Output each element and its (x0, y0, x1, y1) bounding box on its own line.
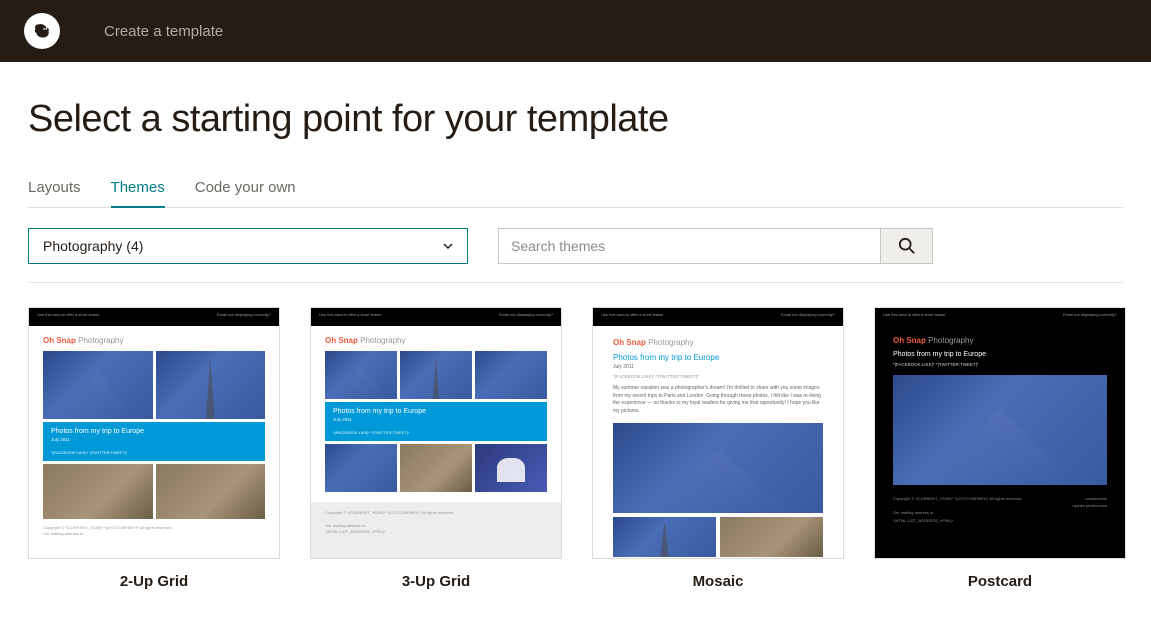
template-card-2up[interactable]: Use this area to offer a short teaserEma… (28, 307, 280, 590)
header-bar: Create a template (0, 0, 1151, 62)
mailchimp-icon (29, 18, 55, 44)
category-dropdown[interactable]: Photography (4) (28, 228, 468, 264)
template-card-3up[interactable]: Use this area to offer a short teaserEma… (310, 307, 562, 590)
main-content: Select a starting point for your templat… (0, 62, 1151, 626)
filter-row: Photography (4) (28, 228, 1123, 283)
tabs: Layouts Themes Code your own (28, 179, 1123, 208)
template-name: 3-Up Grid (402, 573, 470, 590)
template-name: Postcard (968, 573, 1032, 590)
page-title: Select a starting point for your templat… (28, 98, 1123, 141)
tab-layouts[interactable]: Layouts (28, 179, 81, 208)
template-card-postcard[interactable]: Use this area to offer a short teaserEma… (874, 307, 1126, 590)
template-name: 2-Up Grid (120, 573, 188, 590)
template-thumbnail: Use this area to offer a short teaserEma… (310, 307, 562, 559)
template-grid: Use this area to offer a short teaserEma… (28, 307, 1123, 590)
brand-logo[interactable] (24, 13, 60, 49)
header-title: Create a template (104, 23, 223, 40)
search-icon (898, 237, 916, 255)
tab-themes[interactable]: Themes (111, 179, 165, 208)
template-name: Mosaic (693, 573, 744, 590)
template-card-mosaic[interactable]: Use this area to offer a short teaserEma… (592, 307, 844, 590)
dropdown-selected: Photography (4) (43, 238, 143, 254)
tab-code-your-own[interactable]: Code your own (195, 179, 296, 208)
template-thumbnail: Use this area to offer a short teaserEma… (28, 307, 280, 559)
template-thumbnail: Use this area to offer a short teaserEma… (874, 307, 1126, 559)
search-button[interactable] (880, 229, 932, 263)
search-input[interactable] (499, 229, 880, 263)
template-thumbnail: Use this area to offer a short teaserEma… (592, 307, 844, 559)
chevron-down-icon (443, 241, 453, 251)
search-wrapper (498, 228, 933, 264)
